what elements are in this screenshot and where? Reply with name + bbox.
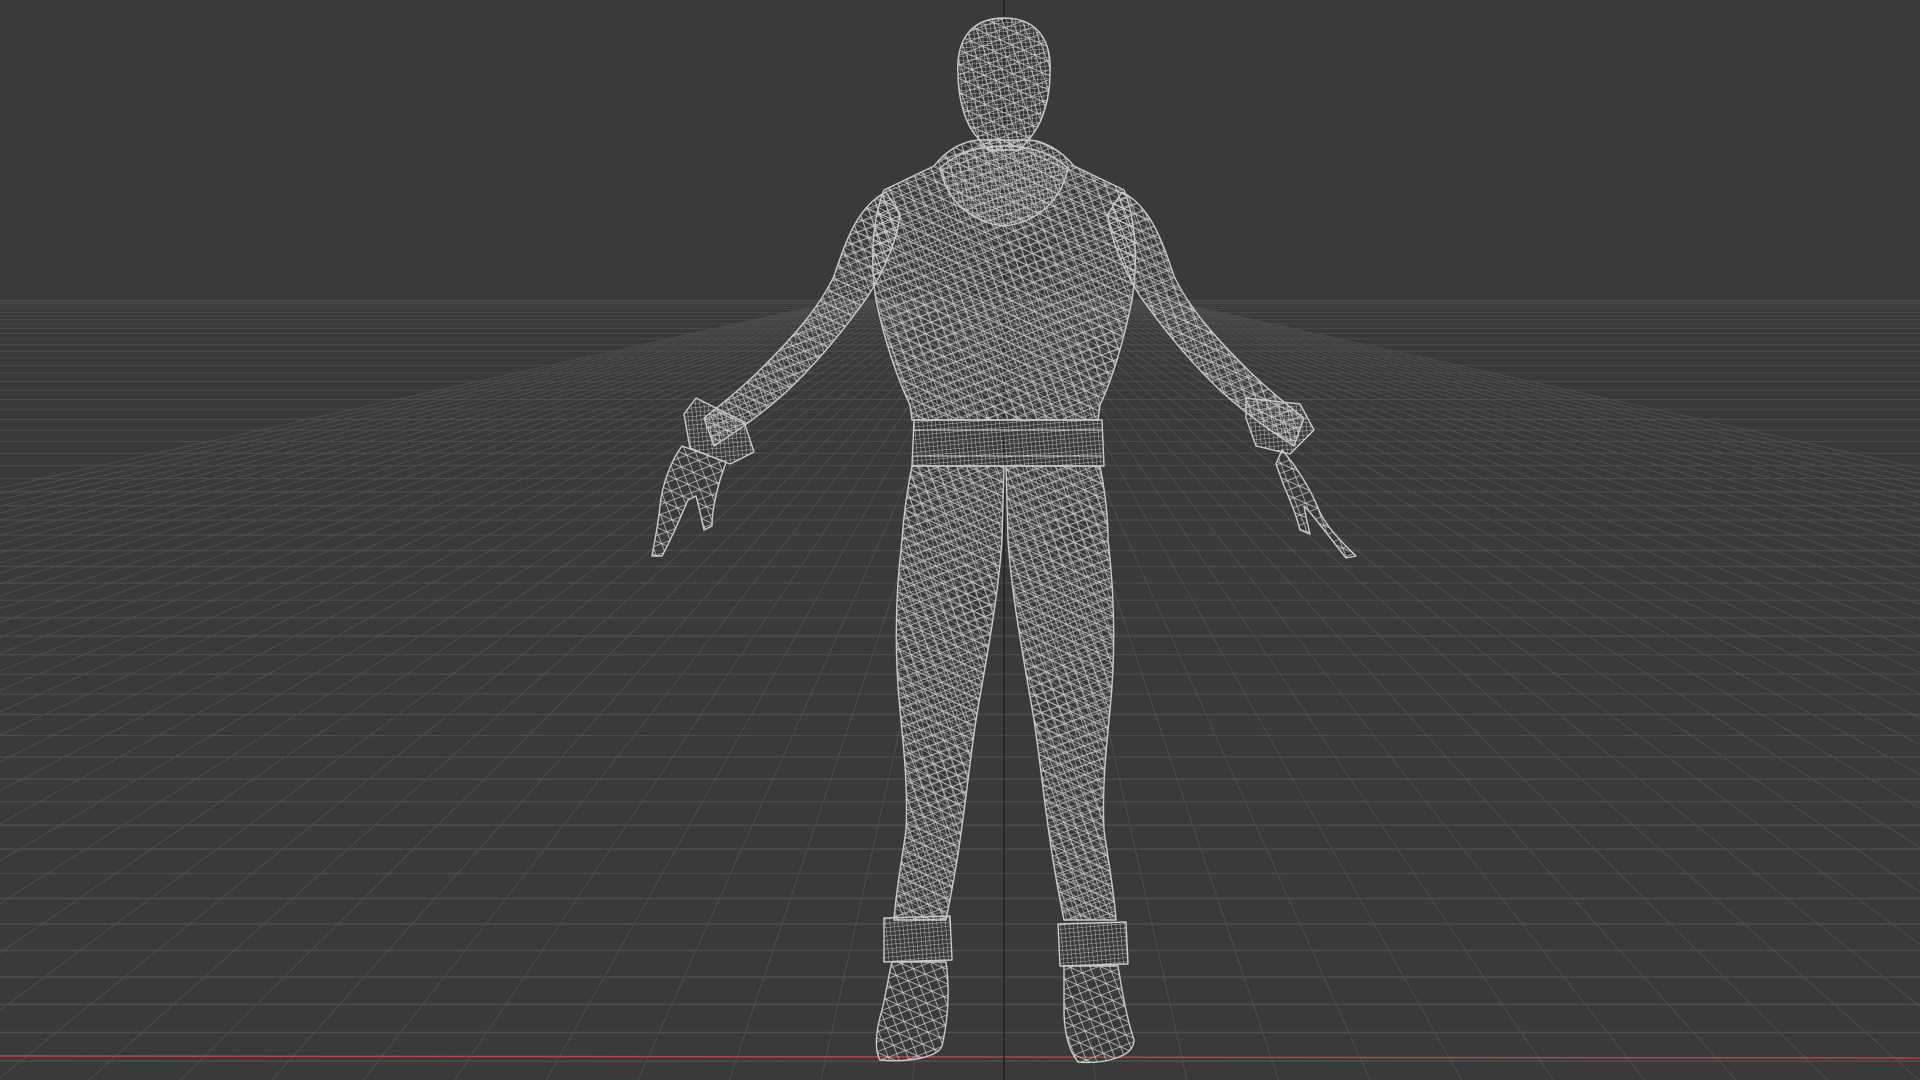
grid-line	[0, 299, 909, 638]
grid-line	[1071, 299, 1920, 746]
grid-line	[88, 299, 965, 1080]
grid-line	[1075, 299, 1920, 719]
right-leg-mesh[interactable]	[1005, 465, 1135, 1064]
grid-line	[1107, 299, 1920, 579]
grid-line	[0, 299, 933, 763]
left-leg-mesh[interactable]	[875, 465, 1005, 1062]
grid-line	[1035, 299, 1737, 1080]
right-arm-mesh[interactable]	[1107, 191, 1357, 559]
grid-line	[1059, 299, 1920, 849]
grid-line	[1039, 299, 1829, 1080]
x-axis-line	[0, 1055, 1920, 1059]
grid-line	[1099, 299, 1920, 606]
grid-line	[1051, 299, 1920, 946]
head-mesh[interactable]	[957, 17, 1051, 151]
grid-line	[1087, 299, 1920, 654]
grid-line	[0, 299, 925, 713]
belt-mesh[interactable]	[911, 419, 1105, 467]
grid-line	[1067, 299, 1920, 776]
grid-line	[0, 299, 953, 954]
grid-line	[1091, 299, 1920, 636]
left-arm-mesh[interactable]	[651, 191, 901, 557]
grid-line	[362, 299, 977, 1080]
grid-line	[271, 299, 973, 1080]
3d-viewport[interactable]	[0, 0, 1920, 1080]
grid-line	[0, 299, 897, 597]
viewport-canvas[interactable]	[0, 0, 1920, 1080]
grid-line	[1095, 299, 1920, 620]
grid-line	[1111, 299, 1920, 568]
torso-mesh[interactable]	[872, 139, 1136, 421]
grid-line	[179, 299, 969, 1080]
grid-line	[0, 299, 917, 672]
grid-line	[0, 299, 937, 792]
grid-line	[0, 299, 929, 736]
grid-line	[1119, 299, 1920, 547]
grid-line	[1055, 299, 1920, 893]
grid-line	[0, 299, 893, 585]
